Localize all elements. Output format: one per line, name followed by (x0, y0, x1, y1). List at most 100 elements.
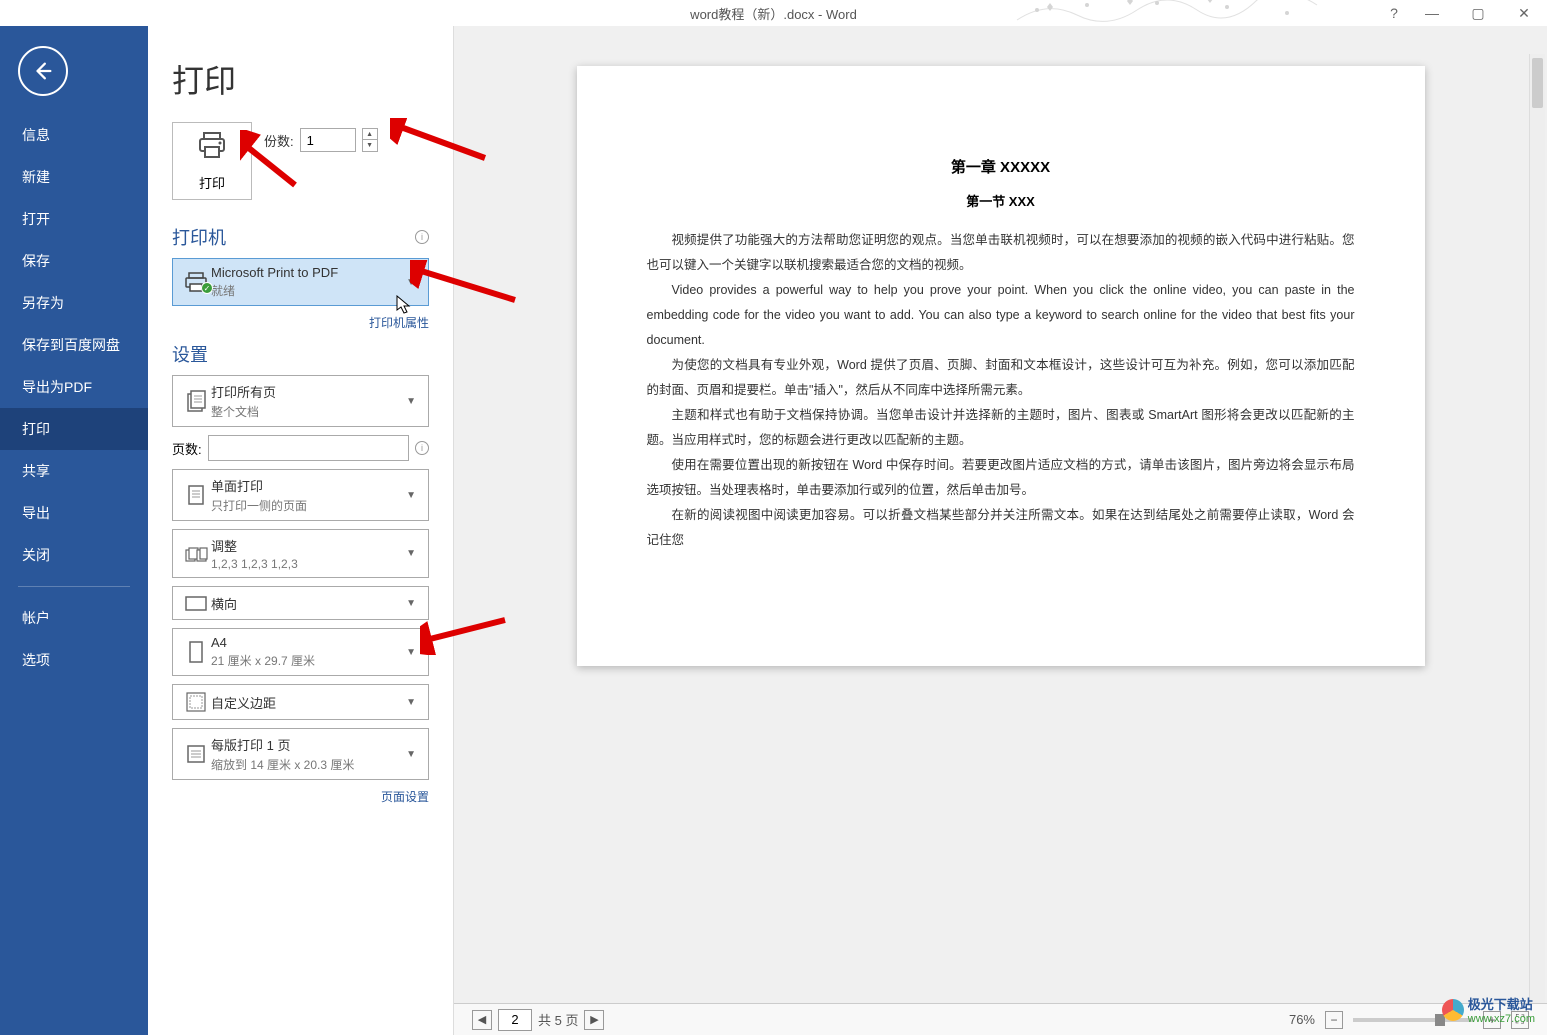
chevron-down-icon: ▼ (402, 598, 420, 609)
sheets-title: 每版打印 1 页 (211, 735, 402, 754)
watermark: 极光下载站 www.xz7.com (1442, 994, 1535, 1025)
printer-section-label: 打印机 (172, 224, 226, 250)
preview-scrollbar[interactable] (1529, 54, 1545, 1003)
copies-label: 份数: (264, 131, 294, 150)
chevron-down-icon: ▼ (402, 490, 420, 501)
sheets-sub: 缩放到 14 厘米 x 20.3 厘米 (211, 756, 402, 773)
preview-page: 第一章 XXXXX 第一节 XXX 视频提供了功能强大的方法帮助您证明您的观点。… (577, 66, 1425, 666)
printer-icon (196, 131, 228, 167)
pages-label: 页数: (172, 439, 202, 458)
nav-options[interactable]: 选项 (0, 639, 148, 681)
close-button[interactable]: ✕ (1501, 0, 1547, 26)
pages-info-icon[interactable]: i (415, 441, 429, 455)
collate-icon (181, 544, 211, 564)
single-side-icon (181, 483, 211, 507)
paper-title: A4 (211, 635, 402, 650)
nav-separator (18, 586, 130, 587)
nav-info[interactable]: 信息 (0, 114, 148, 156)
print-range-dropdown[interactable]: 打印所有页 整个文档 ▼ (172, 375, 429, 427)
arrow-left-icon (32, 60, 54, 82)
print-settings-panel: 打印 打印 份数: ▲ ▼ 打印机 (148, 26, 454, 1035)
minimize-button[interactable]: — (1409, 0, 1455, 26)
pages-input[interactable] (208, 435, 409, 461)
orientation-dropdown[interactable]: 横向 ▼ (172, 586, 429, 620)
doc-paragraph: 主题和样式也有助于文档保持协调。当您单击设计并选择新的主题时，图片、图表或 Sm… (647, 403, 1355, 453)
settings-section-label: 设置 (172, 341, 208, 367)
printer-status: 就绪 (211, 282, 402, 299)
paper-size-dropdown[interactable]: A4 21 厘米 x 29.7 厘米 ▼ (172, 628, 429, 676)
spinner-up-icon[interactable]: ▲ (363, 129, 377, 140)
pages-per-sheet-dropdown[interactable]: 每版打印 1 页 缩放到 14 厘米 x 20.3 厘米 ▼ (172, 728, 429, 780)
nav-account[interactable]: 帐户 (0, 597, 148, 639)
nav-saveas[interactable]: 另存为 (0, 282, 148, 324)
pages-icon (181, 389, 211, 413)
printer-device-icon: ✓ (181, 272, 211, 292)
nav-export[interactable]: 导出 (0, 492, 148, 534)
sides-sub: 只打印一侧的页面 (211, 497, 402, 514)
preview-footer: ◀ 共 5 页 ▶ 76% − + ⛶ (454, 1003, 1547, 1035)
zoom-level: 76% (1289, 1012, 1315, 1027)
doc-paragraph: 为使您的文档具有专业外观，Word 提供了页眉、页脚、封面和文本框设计，这些设计… (647, 353, 1355, 403)
prev-page-button[interactable]: ◀ (472, 1010, 492, 1030)
chevron-down-icon: ▼ (402, 647, 420, 658)
page-setup-link[interactable]: 页面设置 (172, 788, 429, 805)
page-title: 打印 (172, 56, 429, 102)
total-pages-label: 共 5 页 (538, 1010, 578, 1029)
nav-save[interactable]: 保存 (0, 240, 148, 282)
document-title: word教程（新）.docx - Word (690, 4, 857, 23)
printer-ready-badge: ✓ (201, 282, 213, 294)
collate-sub: 1,2,3 1,2,3 1,2,3 (211, 557, 402, 571)
chevron-down-icon: ▼ (402, 697, 420, 708)
backstage-sidebar: 信息 新建 打开 保存 另存为 保存到百度网盘 导出为PDF 打印 共享 导出 … (0, 26, 148, 1035)
nav-print[interactable]: 打印 (0, 408, 148, 450)
doc-chapter-title: 第一章 XXXXX (647, 156, 1355, 177)
nav-open[interactable]: 打开 (0, 198, 148, 240)
mouse-cursor-icon (396, 295, 412, 320)
collate-title: 调整 (211, 536, 402, 555)
doc-section-title: 第一节 XXX (647, 191, 1355, 210)
printer-dropdown[interactable]: ✓ Microsoft Print to PDF 就绪 ▼ (172, 258, 429, 306)
chevron-down-icon: ▼ (402, 277, 420, 288)
doc-paragraph: Video provides a powerful way to help yo… (647, 278, 1355, 353)
collate-dropdown[interactable]: 调整 1,2,3 1,2,3 1,2,3 ▼ (172, 529, 429, 578)
nav-new[interactable]: 新建 (0, 156, 148, 198)
sheets-icon (181, 743, 211, 765)
chevron-down-icon: ▼ (402, 749, 420, 760)
printer-info-icon[interactable]: i (415, 230, 429, 244)
sides-title: 单面打印 (211, 476, 402, 495)
help-button[interactable]: ? (1379, 0, 1409, 26)
nav-save-baidu[interactable]: 保存到百度网盘 (0, 324, 148, 366)
range-sub: 整个文档 (211, 403, 402, 420)
copies-input[interactable] (300, 128, 356, 152)
doc-paragraph: 视频提供了功能强大的方法帮助您证明您的观点。当您单击联机视频时，可以在想要添加的… (647, 228, 1355, 278)
print-preview-panel: 第一章 XXXXX 第一节 XXX 视频提供了功能强大的方法帮助您证明您的观点。… (454, 26, 1547, 1035)
nav-close[interactable]: 关闭 (0, 534, 148, 576)
nav-share[interactable]: 共享 (0, 450, 148, 492)
chevron-down-icon: ▼ (402, 548, 420, 559)
margins-icon (181, 691, 211, 713)
nav-export-pdf[interactable]: 导出为PDF (0, 366, 148, 408)
margins-title: 自定义边距 (211, 693, 402, 712)
doc-paragraph: 在新的阅读视图中阅读更加容易。可以折叠文档某些部分并关注所需文本。如果在达到结尾… (647, 503, 1355, 553)
maximize-button[interactable]: ▢ (1455, 0, 1501, 26)
copies-spinner[interactable]: ▲ ▼ (362, 128, 378, 152)
printer-name: Microsoft Print to PDF (211, 265, 402, 280)
printer-properties-link[interactable]: 打印机属性 (172, 314, 429, 331)
back-button[interactable] (18, 46, 68, 96)
spinner-down-icon[interactable]: ▼ (363, 140, 377, 151)
range-title: 打印所有页 (211, 382, 402, 401)
landscape-icon (181, 594, 211, 612)
paper-sub: 21 厘米 x 29.7 厘米 (211, 652, 402, 669)
print-button[interactable]: 打印 (172, 122, 252, 200)
current-page-input[interactable] (498, 1009, 532, 1031)
next-page-button[interactable]: ▶ (584, 1010, 604, 1030)
orientation-title: 横向 (211, 594, 402, 613)
paper-icon (181, 640, 211, 664)
doc-paragraph: 使用在需要位置出现的新按钮在 Word 中保存时间。若要更改图片适应文档的方式，… (647, 453, 1355, 503)
watermark-logo-icon (1442, 999, 1464, 1021)
zoom-out-button[interactable]: − (1325, 1011, 1343, 1029)
print-button-label: 打印 (199, 173, 225, 192)
chevron-down-icon: ▼ (402, 396, 420, 407)
sides-dropdown[interactable]: 单面打印 只打印一侧的页面 ▼ (172, 469, 429, 521)
margins-dropdown[interactable]: 自定义边距 ▼ (172, 684, 429, 720)
